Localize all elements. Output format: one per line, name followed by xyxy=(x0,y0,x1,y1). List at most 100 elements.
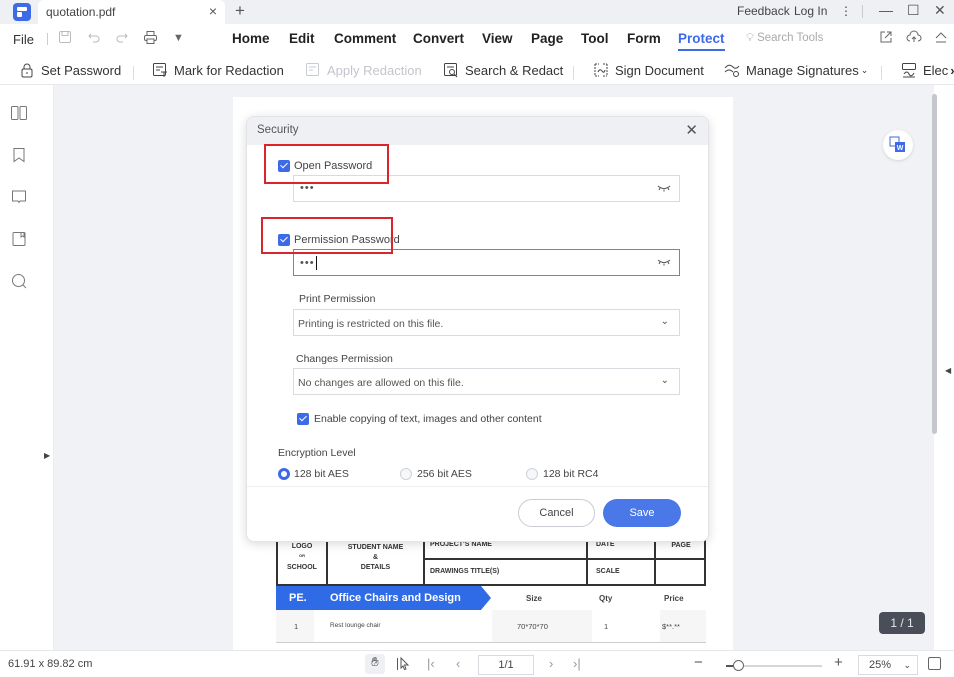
column-price: Price xyxy=(664,594,684,603)
more-menu-icon[interactable]: ⋮ xyxy=(840,4,852,18)
menu-edit[interactable]: Edit xyxy=(289,31,315,46)
enable-copying-label: Enable copying of text, images and other… xyxy=(314,413,542,425)
menu-view[interactable]: View xyxy=(482,31,513,46)
new-tab-button[interactable]: + xyxy=(235,1,245,21)
file-menu[interactable]: File xyxy=(13,32,34,47)
vertical-scrollbar[interactable] xyxy=(932,94,937,434)
mark-for-redaction-button[interactable]: Mark for Redaction xyxy=(152,60,284,80)
row-number: 1 xyxy=(294,622,299,631)
title-bar: quotation.pdf × + Feedback Log In ⋮ — ☐ … xyxy=(0,0,954,24)
open-password-highlight xyxy=(264,144,389,184)
menu-form[interactable]: Form xyxy=(627,31,661,46)
first-page-icon[interactable]: |‹ xyxy=(427,656,435,671)
save-button[interactable]: Save xyxy=(603,499,681,527)
zoom-in-button[interactable]: + xyxy=(834,654,843,671)
drawings-title-label: DRAWINGS TITLE(S) xyxy=(430,568,500,575)
section-code: PE. xyxy=(289,592,307,604)
details-label: DETAILS xyxy=(360,564,391,571)
cancel-button[interactable]: Cancel xyxy=(518,499,595,527)
protect-ribbon: Set Password Mark for Redaction Apply Re… xyxy=(0,54,954,85)
radio-128-rc4[interactable] xyxy=(526,468,538,480)
svg-text:W: W xyxy=(897,145,904,152)
or-label: OR xyxy=(299,553,305,558)
radio-256-aes-label: 256 bit AES xyxy=(417,468,472,480)
section-title: Office Chairs and Design xyxy=(330,592,461,604)
previous-page-icon[interactable]: ‹ xyxy=(456,656,460,671)
lock-icon xyxy=(19,62,35,78)
print-permission-value: Printing is restricted on this file. xyxy=(298,318,444,330)
undo-icon[interactable] xyxy=(87,30,101,47)
dialog-title: Security xyxy=(257,124,299,136)
print-permission-select[interactable]: Printing is restricted on this file. ⌄ xyxy=(293,309,680,336)
save-icon[interactable] xyxy=(58,30,72,47)
manage-signatures-icon xyxy=(724,62,740,78)
changes-permission-select[interactable]: No changes are allowed on this file. ⌄ xyxy=(293,368,680,395)
print-icon[interactable] xyxy=(143,30,158,48)
expand-sidebar-icon[interactable]: ▶ xyxy=(44,451,50,460)
next-page-icon[interactable]: › xyxy=(549,656,553,671)
manage-signatures-label: Manage Signatures xyxy=(746,62,859,78)
page-indicator-badge: 1 / 1 xyxy=(879,612,925,634)
search-icon[interactable] xyxy=(10,272,28,290)
minimize-button[interactable]: — xyxy=(879,2,893,18)
set-password-button[interactable]: Set Password xyxy=(19,60,121,80)
last-page-icon[interactable]: ›| xyxy=(573,656,581,671)
menu-comment[interactable]: Comment xyxy=(334,31,396,46)
permission-password-highlight xyxy=(261,217,393,254)
page-number-input[interactable]: 1/1 xyxy=(478,655,534,675)
enable-copying-checkbox[interactable] xyxy=(297,413,309,425)
hide-password-icon[interactable] xyxy=(657,257,671,267)
login-link[interactable]: Log In xyxy=(794,4,827,18)
search-redact-icon xyxy=(443,62,459,78)
maximize-button[interactable]: ☐ xyxy=(907,2,920,19)
radio-128-aes[interactable] xyxy=(278,468,290,480)
redo-icon[interactable] xyxy=(115,30,129,47)
manage-signatures-button[interactable]: Manage Signatures ⌄ xyxy=(724,60,868,80)
convert-to-word-button[interactable]: W xyxy=(883,130,913,160)
tab-close-icon[interactable]: × xyxy=(209,3,217,19)
cloud-upload-icon[interactable] xyxy=(906,30,922,47)
changes-permission-label: Changes Permission xyxy=(296,353,393,365)
close-icon[interactable]: ✕ xyxy=(685,121,698,139)
collapse-ribbon-icon[interactable] xyxy=(934,30,948,47)
apply-redaction-button[interactable]: Apply Redaction xyxy=(305,60,422,80)
quick-access-dropdown-icon[interactable]: ▼ xyxy=(173,32,184,44)
radio-128-rc4-label: 128 bit RC4 xyxy=(543,468,599,480)
column-size: Size xyxy=(526,594,543,603)
ribbon-overflow-icon[interactable]: › xyxy=(950,63,954,78)
search-tools-label: Search Tools xyxy=(757,32,824,44)
share-icon[interactable] xyxy=(879,30,893,47)
menu-convert[interactable]: Convert xyxy=(413,31,464,46)
document-tab[interactable]: quotation.pdf × xyxy=(38,0,225,24)
ribbon-divider xyxy=(573,66,574,80)
electronic-signature-button[interactable]: Elec › xyxy=(901,60,954,80)
menu-tool[interactable]: Tool xyxy=(581,31,609,46)
radio-256-aes[interactable] xyxy=(400,468,412,480)
text-caret xyxy=(315,256,317,270)
fit-page-icon[interactable] xyxy=(928,657,941,670)
search-and-redact-button[interactable]: Search & Redact xyxy=(443,60,563,80)
menu-home[interactable]: Home xyxy=(232,31,270,46)
comment-icon[interactable] xyxy=(10,188,28,206)
project-name-label: PROJECT'S NAME xyxy=(430,541,492,548)
feedback-link[interactable]: Feedback xyxy=(737,4,790,18)
zoom-out-button[interactable]: − xyxy=(694,654,703,671)
chevron-down-icon: ⌄ xyxy=(660,375,669,386)
word-convert-icon: W xyxy=(889,136,905,152)
zoom-slider-thumb[interactable] xyxy=(733,660,744,671)
zoom-level-select[interactable]: 25% ⌄ xyxy=(858,655,918,675)
menu-page[interactable]: Page xyxy=(531,31,563,46)
thumbnails-icon[interactable] xyxy=(10,104,28,122)
close-window-button[interactable]: ✕ xyxy=(934,2,946,19)
attachment-icon[interactable] xyxy=(10,230,28,248)
hide-password-icon[interactable] xyxy=(657,183,671,193)
zoom-slider[interactable] xyxy=(726,660,822,671)
expand-right-panel-icon[interactable]: ◀ xyxy=(945,366,951,375)
hand-tool-icon[interactable]: ✋︎ xyxy=(365,654,385,674)
select-tool-icon[interactable] xyxy=(396,656,410,675)
permission-password-text: ••• xyxy=(300,256,315,269)
sign-document-button[interactable]: Sign Document xyxy=(593,60,704,80)
search-tools[interactable]: 💡︎ Search Tools xyxy=(746,32,823,45)
menu-protect[interactable]: Protect xyxy=(678,31,725,51)
bookmark-icon[interactable] xyxy=(10,146,28,164)
